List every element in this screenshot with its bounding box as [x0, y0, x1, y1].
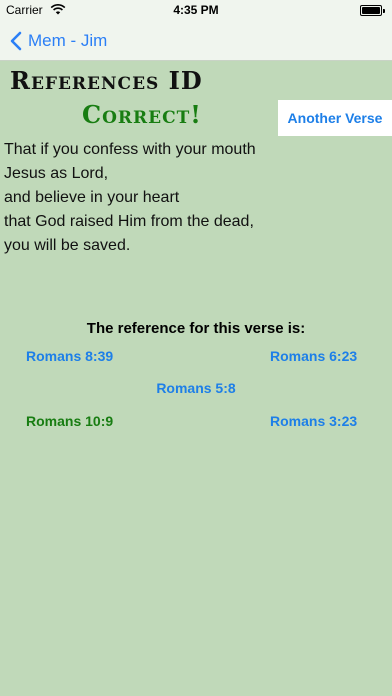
chevron-left-icon: [10, 31, 22, 51]
screen-title: References ID: [10, 66, 203, 95]
verse-text: That if you confess with your mouth Jesu…: [4, 138, 384, 258]
result-label: Correct!: [82, 100, 202, 129]
reference-choice-button[interactable]: Romans 10:9: [26, 413, 113, 429]
verse-line: Jesus as Lord,: [4, 165, 109, 182]
navigation-bar: Mem - Jim: [0, 20, 392, 61]
verse-line: and believe in your heart: [4, 189, 180, 206]
verse-line: That if you confess with your mouth: [4, 141, 256, 158]
reference-choice-button[interactable]: Romans 5:8: [0, 380, 392, 396]
verse-line: you will be saved.: [4, 237, 131, 254]
reference-prompt: The reference for this verse is:: [86, 320, 306, 337]
reference-choice-button[interactable]: Romans 6:23: [270, 348, 357, 364]
status-bar: Carrier 4:35 PM: [0, 0, 392, 20]
back-button-label: Mem - Jim: [28, 31, 108, 50]
battery-icon: [360, 5, 385, 16]
status-time: 4:35 PM: [173, 3, 219, 17]
verse-line: that God raised Him from the dead,: [4, 213, 254, 230]
another-verse-button[interactable]: Another Verse: [278, 100, 392, 136]
reference-choice-button[interactable]: Romans 3:23: [270, 413, 357, 429]
reference-choice-button[interactable]: Romans 8:39: [26, 348, 113, 364]
back-button[interactable]: Mem - Jim: [10, 28, 107, 54]
